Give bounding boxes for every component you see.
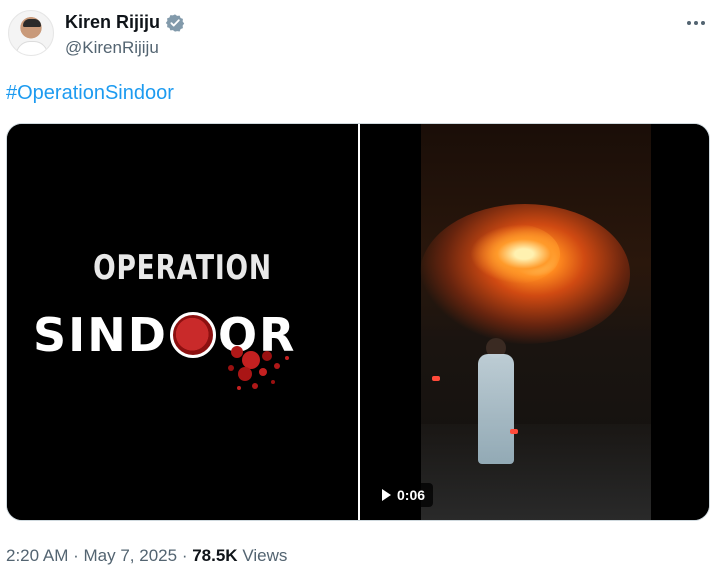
- avatar-hair: [23, 19, 41, 27]
- verified-badge-icon[interactable]: [165, 13, 185, 33]
- video-person: [478, 354, 514, 464]
- video-duration: 0:06: [397, 487, 426, 503]
- tweet-meta: 2:20 AM · May 7, 2025 · 78.5K Views: [6, 546, 287, 566]
- image-title-operation: OPERATION: [93, 248, 272, 288]
- avatar[interactable]: [8, 10, 54, 56]
- tweet-date[interactable]: May 7, 2025: [84, 546, 178, 565]
- tweet-hashtag-link[interactable]: #OperationSindoor: [6, 82, 174, 105]
- author-name-row: Kiren Rijiju: [65, 12, 185, 33]
- media-grid: OPERATION SIND OR 0:06: [6, 123, 710, 521]
- video-duration-badge[interactable]: 0:06: [374, 483, 434, 507]
- image-title-sindoor-part1: SIND: [33, 308, 168, 362]
- vehicle-tail-light: [510, 429, 518, 434]
- explosion-core: [470, 224, 560, 284]
- more-options-icon[interactable]: [682, 12, 710, 34]
- sindoor-powder-splash: [228, 346, 289, 390]
- views-count[interactable]: 78.5K: [192, 546, 237, 565]
- operation-sindoor-image[interactable]: OPERATION SIND OR: [7, 124, 358, 520]
- author-display-name[interactable]: Kiren Rijiju: [65, 12, 160, 33]
- tweet-header: Kiren Rijiju @KirenRijiju: [0, 0, 710, 72]
- views-label: Views: [242, 546, 288, 565]
- meta-separator: ·: [181, 546, 188, 565]
- tweet-time[interactable]: 2:20 AM: [6, 546, 68, 565]
- vehicle-tail-light: [432, 376, 440, 381]
- author-handle[interactable]: @KirenRijiju: [65, 38, 159, 58]
- meta-separator: ·: [73, 546, 79, 565]
- video-player[interactable]: 0:06: [360, 124, 709, 520]
- video-ground: [421, 424, 651, 520]
- play-icon[interactable]: [382, 489, 391, 501]
- sindoor-bowl-icon: [169, 312, 216, 358]
- avatar-body: [16, 41, 48, 55]
